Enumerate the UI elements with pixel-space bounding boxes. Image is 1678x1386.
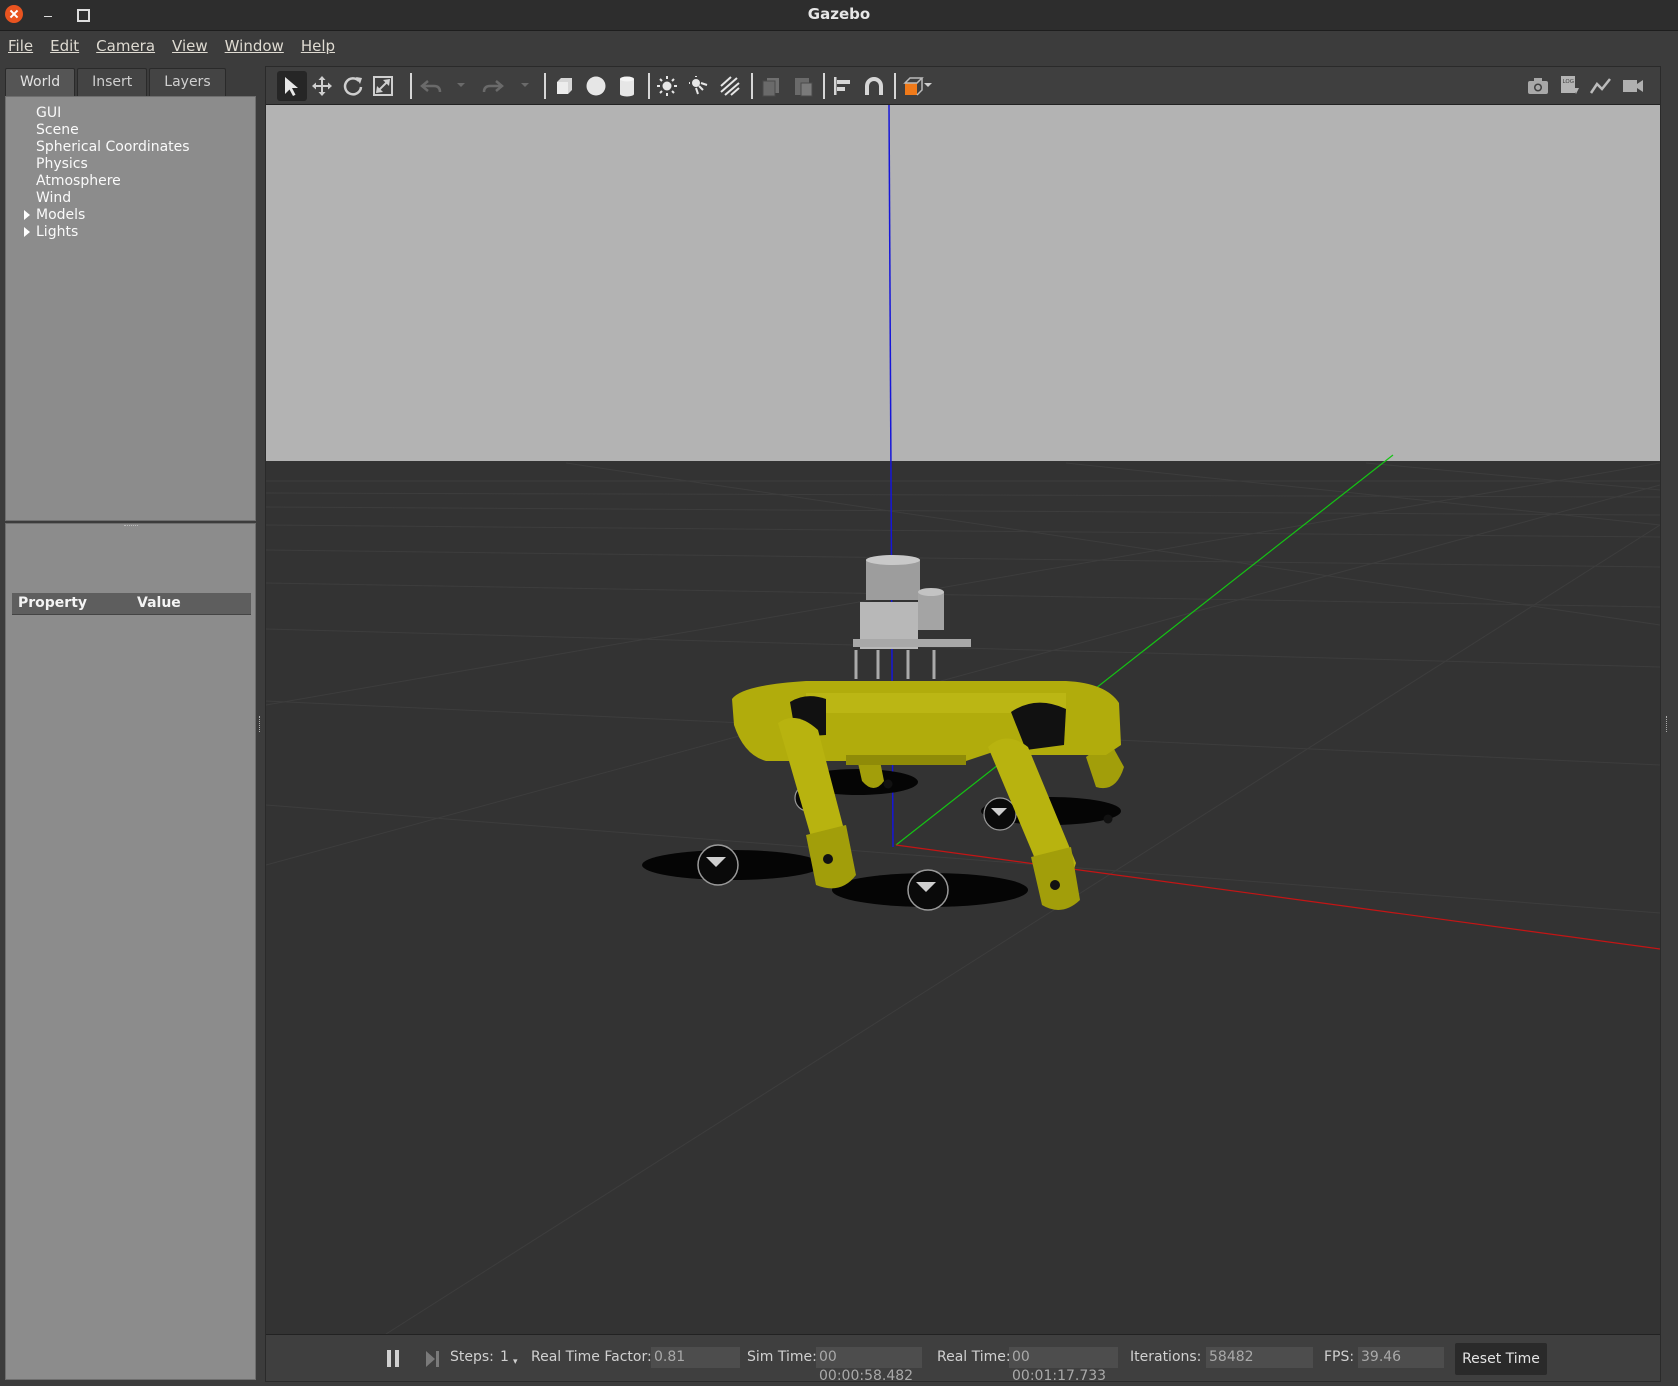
redo-icon[interactable] bbox=[478, 71, 508, 101]
directional-light-icon[interactable] bbox=[715, 71, 745, 101]
world-tree: GUI Scene Spherical Coordinates Physics … bbox=[5, 96, 256, 521]
menu-window[interactable]: Window bbox=[225, 35, 284, 57]
toolbar-separator bbox=[410, 73, 412, 99]
tree-item-lights[interactable]: Lights bbox=[24, 224, 79, 241]
status-bar: Steps: 1 ▾ Real Time Factor: 0.81 Sim Ti… bbox=[266, 1334, 1660, 1384]
reset-time-button[interactable]: Reset Time bbox=[1455, 1343, 1547, 1375]
tree-item-models-label: Models bbox=[36, 207, 86, 223]
menu-window-label: Window bbox=[224, 37, 284, 55]
fps-label: FPS: bbox=[1324, 1349, 1355, 1365]
snap-icon[interactable] bbox=[859, 71, 889, 101]
copy-icon[interactable] bbox=[756, 71, 786, 101]
tree-item-spherical-coordinates[interactable]: Spherical Coordinates bbox=[36, 139, 190, 156]
steps-dropdown-icon[interactable]: ▾ bbox=[513, 1357, 518, 1367]
tree-item-physics[interactable]: Physics bbox=[36, 156, 88, 173]
value-column-header: Value bbox=[137, 595, 181, 611]
view-angle-dropdown-icon[interactable] bbox=[924, 83, 932, 87]
window-title: Gazebo bbox=[807, 5, 871, 23]
expand-arrow-icon[interactable] bbox=[24, 227, 30, 237]
scale-mode-icon[interactable] bbox=[368, 71, 398, 101]
right-panel-resize-handle[interactable] bbox=[1666, 716, 1669, 732]
sphere-shape-icon[interactable] bbox=[581, 71, 611, 101]
step-icon[interactable] bbox=[426, 1350, 440, 1367]
sim-time-value: 00 00:00:58.482 bbox=[816, 1347, 922, 1384]
property-panel: Property Value bbox=[5, 523, 256, 1380]
tab-insert[interactable]: Insert bbox=[77, 68, 148, 96]
menu-file-label: File bbox=[8, 37, 34, 55]
menu-bar: File Edit Camera View Window Help bbox=[0, 31, 1678, 61]
tree-item-wind[interactable]: Wind bbox=[36, 190, 71, 207]
rotate-mode-icon[interactable] bbox=[338, 71, 368, 101]
real-time-factor-label: Real Time Factor: bbox=[531, 1349, 652, 1365]
real-time-value: 00 00:01:17.733 bbox=[1009, 1347, 1118, 1384]
cylinder-shape-icon[interactable] bbox=[612, 71, 642, 101]
toolbar-separator bbox=[648, 73, 650, 99]
redo-history-dropdown-icon[interactable] bbox=[521, 83, 529, 87]
3d-viewport[interactable] bbox=[266, 105, 1660, 1334]
left-panel-resize-handle[interactable] bbox=[259, 716, 262, 732]
undo-icon[interactable] bbox=[416, 71, 446, 101]
property-column-header: Property bbox=[18, 595, 88, 611]
menu-file[interactable]: File bbox=[8, 35, 33, 57]
box-shape-icon[interactable] bbox=[549, 71, 579, 101]
tab-layers[interactable]: Layers bbox=[149, 68, 226, 96]
menu-camera[interactable]: Camera bbox=[96, 35, 155, 57]
sky bbox=[266, 105, 1660, 462]
real-time-factor-value: 0.81 bbox=[651, 1347, 740, 1368]
real-time-label: Real Time: bbox=[937, 1349, 1011, 1365]
tree-item-lights-label: Lights bbox=[36, 224, 79, 240]
toolbar-separator bbox=[544, 73, 546, 99]
title-bar: Gazebo bbox=[0, 0, 1678, 31]
tree-item-atmosphere[interactable]: Atmosphere bbox=[36, 173, 121, 190]
toolbar: LOG bbox=[266, 67, 1660, 105]
menu-view[interactable]: View bbox=[172, 35, 208, 57]
menu-help-label: Help bbox=[300, 37, 336, 55]
svg-text:LOG: LOG bbox=[1563, 79, 1574, 85]
toolbar-separator bbox=[823, 73, 825, 99]
steps-label: Steps: bbox=[450, 1349, 494, 1365]
plot-icon[interactable] bbox=[1586, 71, 1616, 101]
log-icon[interactable]: LOG bbox=[1555, 71, 1585, 101]
spot-light-icon[interactable] bbox=[684, 71, 714, 101]
menu-view-label: View bbox=[172, 37, 208, 55]
panel-splitter-handle[interactable] bbox=[124, 525, 138, 528]
toolbar-separator bbox=[894, 73, 896, 99]
tree-item-gui[interactable]: GUI bbox=[36, 105, 61, 122]
steps-value-spinner[interactable]: 1 bbox=[500, 1349, 509, 1365]
tree-item-models[interactable]: Models bbox=[24, 207, 86, 224]
translate-mode-icon[interactable] bbox=[307, 71, 337, 101]
pause-icon[interactable] bbox=[386, 1350, 400, 1367]
sim-time-label: Sim Time: bbox=[747, 1349, 817, 1365]
tab-world[interactable]: World bbox=[5, 68, 76, 96]
scene-render bbox=[266, 105, 1660, 1334]
left-panel: World Insert Layers GUI Scene Spherical … bbox=[5, 66, 256, 1380]
expand-arrow-icon[interactable] bbox=[24, 210, 30, 220]
left-tabs: World Insert Layers bbox=[5, 68, 228, 96]
menu-camera-label: Camera bbox=[96, 37, 156, 55]
select-mode-icon[interactable] bbox=[277, 71, 307, 101]
fps-value: 39.46 bbox=[1358, 1347, 1444, 1368]
undo-history-dropdown-icon[interactable] bbox=[457, 83, 465, 87]
paste-icon[interactable] bbox=[788, 71, 818, 101]
toolbar-separator bbox=[751, 73, 753, 99]
align-icon[interactable] bbox=[827, 71, 857, 101]
point-light-icon[interactable] bbox=[652, 71, 682, 101]
menu-help[interactable]: Help bbox=[301, 35, 335, 57]
video-record-icon[interactable] bbox=[1618, 71, 1648, 101]
main-area: LOG Steps: 1 ▾ Real Time Factor: 0.81 Si… bbox=[265, 66, 1661, 1384]
tree-item-scene[interactable]: Scene bbox=[36, 122, 79, 139]
menu-edit[interactable]: Edit bbox=[50, 35, 79, 57]
property-header: Property Value bbox=[12, 593, 251, 615]
iterations-value: 58482 bbox=[1206, 1347, 1313, 1368]
iterations-label: Iterations: bbox=[1130, 1349, 1202, 1365]
screenshot-icon[interactable] bbox=[1523, 71, 1553, 101]
menu-edit-label: Edit bbox=[50, 37, 80, 55]
